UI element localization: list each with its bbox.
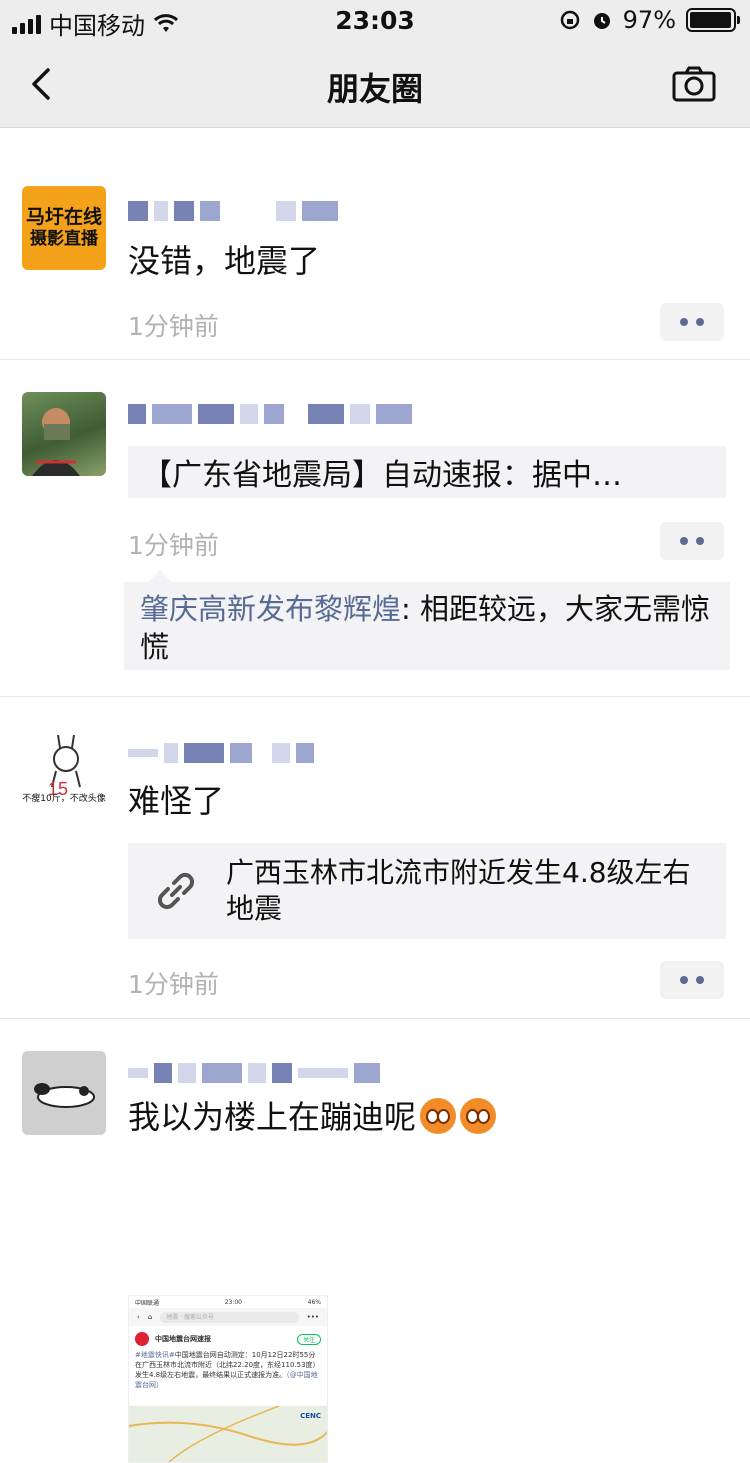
image-account-row: 中国地震台网速报 关注 bbox=[129, 1326, 327, 1348]
rotation-lock-icon bbox=[560, 10, 579, 30]
moment-post: 我以为楼上在蹦迪呢 bbox=[0, 1019, 750, 1419]
post-text: 我以为楼上在蹦迪呢 bbox=[128, 1097, 720, 1137]
post-text-content: 我以为楼上在蹦迪呢 bbox=[128, 1098, 417, 1136]
image-search-box: 地震 · 搜索公众号 bbox=[160, 1311, 299, 1323]
post-time: 1分钟前 bbox=[128, 531, 219, 560]
nickname-pixelated[interactable] bbox=[128, 195, 344, 227]
avatar[interactable]: 15 不瘦10斤，不改头像 bbox=[22, 731, 106, 815]
image-map: CENC bbox=[129, 1405, 327, 1462]
comment-author[interactable]: 肇庆高新发布黎辉煌 bbox=[140, 592, 401, 626]
image-nav-bar: ‹ ⌂ 地震 · 搜索公众号 ••• bbox=[129, 1308, 327, 1326]
image-hashtag: #地震快讯# bbox=[135, 1351, 175, 1359]
post-time: 1分钟前 bbox=[128, 312, 219, 341]
comment: 肇庆高新发布黎辉煌: 相距较远，大家无需惊慌 bbox=[124, 570, 730, 670]
image-home-icon: ⌂ bbox=[147, 1313, 153, 1321]
avatar-text: 马圩在线 bbox=[25, 206, 102, 228]
link-icon bbox=[157, 872, 195, 910]
image-follow-button: 关注 bbox=[296, 1333, 321, 1345]
post-text: 难怪了 bbox=[128, 782, 225, 820]
moment-post: 【广东省地震局】自动速报：据中… 1分钟前 肇庆高新发布黎辉煌: 相距较远，大家… bbox=[0, 360, 750, 697]
avatar[interactable]: 马圩在线 摄影直播 bbox=[22, 186, 106, 270]
image-carrier: 中国联通 bbox=[135, 1299, 160, 1307]
moment-post: 马圩在线 摄影直播 没错，地震了 1分钟前 bbox=[0, 129, 750, 360]
nickname-pixelated[interactable] bbox=[128, 737, 320, 769]
image-account-logo bbox=[135, 1332, 149, 1346]
avatar[interactable] bbox=[22, 392, 106, 476]
image-body-text: #地震快讯#中国地震台网自动测定：10月12日22时55分在广西玉林市北流市附近… bbox=[129, 1348, 327, 1392]
map-roads-icon bbox=[129, 1405, 327, 1462]
nickname-pixelated[interactable] bbox=[128, 1057, 386, 1089]
page-title: 朋友圈 bbox=[326, 70, 423, 108]
shared-link[interactable]: 广西玉林市北流市附近发生4.8级左右地震 bbox=[128, 843, 726, 939]
nickname-pixelated[interactable] bbox=[128, 398, 418, 430]
camera-icon[interactable] bbox=[672, 66, 716, 102]
avatar-caption: 不瘦10斤，不改头像 bbox=[22, 794, 106, 804]
pleading-face-emoji-icon bbox=[420, 1098, 457, 1134]
image-back-icon: ‹ bbox=[137, 1313, 140, 1321]
more-actions-button[interactable] bbox=[660, 303, 724, 341]
image-account-name: 中国地震台网速报 bbox=[155, 1335, 211, 1343]
status-bar: 中国移动 23:03 97% bbox=[0, 0, 750, 40]
nav-bar: 朋友圈 bbox=[0, 40, 750, 128]
image-status-bar: 中国联通 23:00 46% bbox=[129, 1296, 327, 1308]
battery-percent: 97% bbox=[622, 6, 676, 34]
shared-article[interactable]: 【广东省地震局】自动速报：据中… bbox=[128, 446, 726, 498]
link-title: 广西玉林市北流市附近发生4.8级左右地震 bbox=[226, 856, 691, 925]
image-battery: 46% bbox=[307, 1298, 321, 1306]
image-time: 23:00 bbox=[224, 1298, 242, 1306]
avatar-text: 摄影直播 bbox=[30, 229, 98, 249]
battery-icon bbox=[686, 8, 740, 32]
post-text: 没错，地震了 bbox=[128, 242, 321, 280]
pleading-face-emoji-icon bbox=[460, 1098, 497, 1134]
status-bar-right: 97% bbox=[559, 6, 740, 34]
post-image[interactable]: 中国联通 23:00 46% ‹ ⌂ 地震 · 搜索公众号 ••• 中国地震台网… bbox=[128, 1295, 328, 1463]
avatar[interactable] bbox=[22, 1051, 106, 1135]
moments-feed: 马圩在线 摄影直播 没错，地震了 1分钟前 【广东省地震局】自动速报：据中… 1… bbox=[0, 129, 750, 1463]
image-more-icon: ••• bbox=[306, 1313, 319, 1321]
shared-article-title: 【广东省地震局】自动速报：据中… bbox=[142, 458, 622, 493]
cenc-logo: CENC bbox=[300, 1412, 321, 1420]
more-actions-button[interactable] bbox=[660, 522, 724, 560]
more-actions-button[interactable] bbox=[660, 961, 724, 999]
post-time: 1分钟前 bbox=[128, 970, 219, 999]
moment-post: 15 不瘦10斤，不改头像 难怪了 广西玉林市北流市附近发生4.8级左右地震 1… bbox=[0, 697, 750, 1019]
alarm-icon bbox=[593, 13, 610, 29]
